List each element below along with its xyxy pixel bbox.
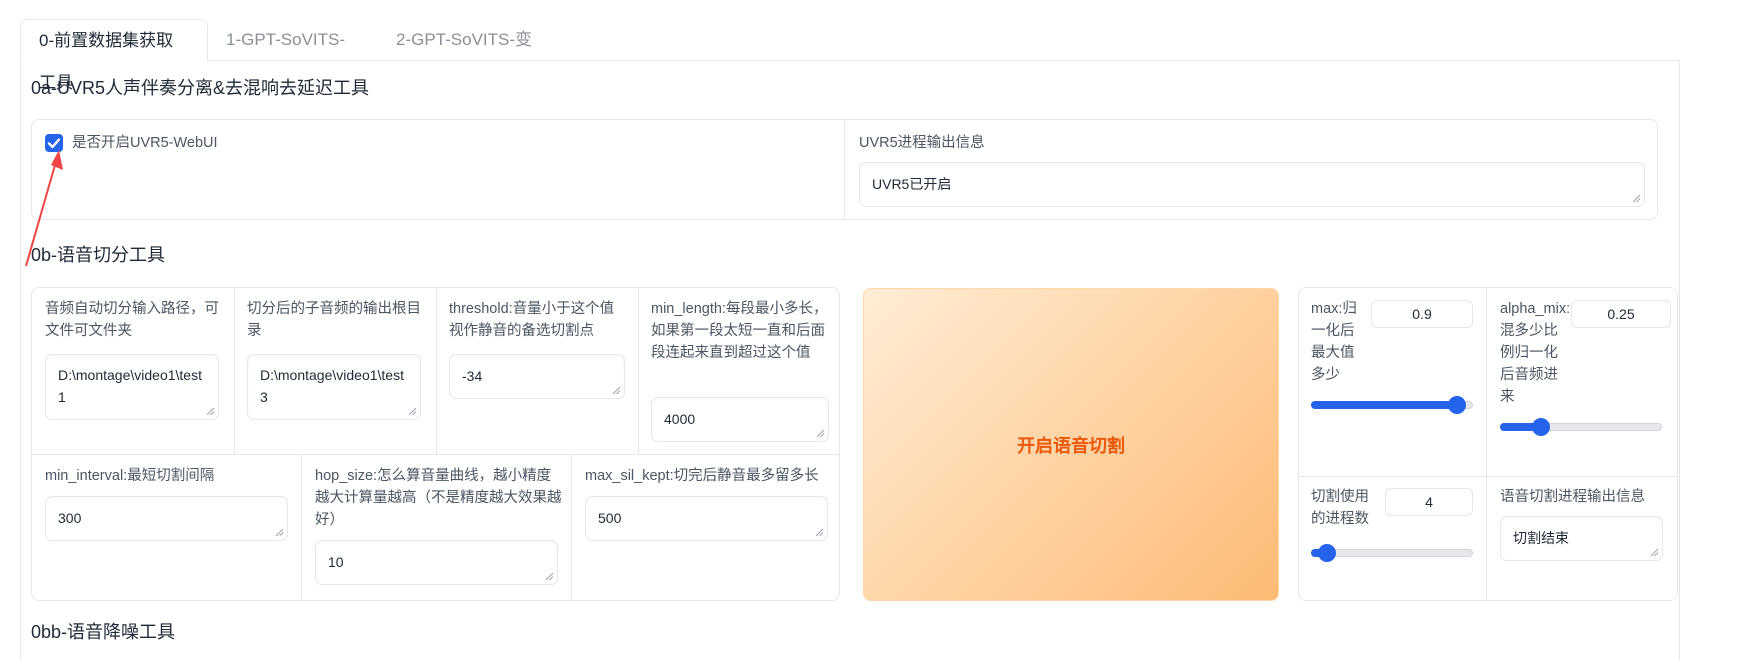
uvr5-box: 是否开启UVR5-WebUI UVR5进程输出信息 UVR5已开启 [31,119,1658,220]
output-root-label: 切分后的子音频的输出根目录 [247,301,421,339]
resize-handle-icon[interactable] [1650,548,1659,557]
max-number-input[interactable]: 0.9 [1371,300,1473,328]
slicer-params-box: 音频自动切分输入路径，可文件可文件夹 D:\montage\video1\tes… [31,287,840,601]
slicing-output-textbox[interactable]: 切割结束 [1500,516,1663,561]
resize-handle-icon[interactable] [1632,194,1641,203]
process-count-number-input[interactable]: 4 [1385,488,1473,516]
max-slider-thumb[interactable] [1447,396,1466,414]
process-count-label: 切割使用的进程数 [1311,489,1369,527]
tab-dataset-tools[interactable]: 0-前置数据集获取工具 [20,19,208,92]
slider-fill [1311,401,1457,409]
resize-handle-icon[interactable] [815,528,824,537]
divider [301,454,302,600]
alpha-mix-slider[interactable] [1500,418,1662,436]
alpha-mix-number-input[interactable]: 0.25 [1571,300,1671,328]
max-slider[interactable] [1311,396,1473,414]
hop-size-label: hop_size:怎么算音量曲线，越小精度越大计算量越高（不是精度越大效果越好） [315,468,562,528]
hop-size-textbox[interactable]: 10 [315,540,558,585]
max-sil-kept-value: 500 [598,510,622,526]
slicing-output-label: 语音切割进程输出信息 [1500,489,1645,505]
threshold-value: -34 [462,368,483,384]
start-slicing-button[interactable]: 开启语音切割 [863,288,1279,601]
alpha-mix-label: alpha_mix:混多少比例归一化后音频进来 [1500,301,1571,405]
max-sil-kept-textbox[interactable]: 500 [585,496,828,541]
input-path-label: 音频自动切分输入路径，可文件可文件夹 [45,301,219,339]
min-length-value: 4000 [664,411,696,427]
tab-voice-change[interactable]: 2-GPT-SoVITS-变声 [378,19,558,91]
resize-handle-icon[interactable] [275,528,284,537]
tab-bar: 0-前置数据集获取工具 1-GPT-SoVITS-TTS 2-GPT-SoVIT… [20,19,1680,92]
min-interval-label: min_interval:最短切割间隔 [45,468,215,484]
divider [436,288,437,454]
divider [234,288,235,454]
max-label: max:归一化后最大值多少 [1311,301,1357,383]
threshold-textbox[interactable]: -34 [449,354,625,399]
divider [1486,288,1487,600]
resize-handle-icon[interactable] [545,572,554,581]
input-path-textbox[interactable]: D:\montage\video1\test1 [45,354,219,420]
uvr5-output-label: UVR5进程输出信息 [859,135,985,151]
divider [638,288,639,454]
resize-handle-icon[interactable] [816,429,825,438]
hop-size-value: 10 [328,554,344,570]
resize-handle-icon[interactable] [408,407,417,416]
resize-handle-icon[interactable] [612,386,621,395]
min-length-textbox[interactable]: 4000 [651,397,829,442]
uvr5-checkbox-label: 是否开启UVR5-WebUI [72,135,218,151]
divider [571,454,572,600]
tab-tts[interactable]: 1-GPT-SoVITS-TTS [208,19,378,91]
resize-handle-icon[interactable] [206,407,215,416]
slicer-section-title: 0b-语音切分工具 [31,245,166,265]
uvr5-divider [844,120,845,219]
threshold-label: threshold:音量小于这个值视作静音的备选切割点 [449,301,615,339]
divider [32,454,839,455]
alpha-mix-slider-thumb[interactable] [1531,418,1550,436]
input-path-value: D:\montage\video1\test1 [58,367,202,405]
output-root-textbox[interactable]: D:\montage\video1\test3 [247,354,421,420]
min-interval-value: 300 [58,510,82,526]
denoise-section-title: 0bb-语音降噪工具 [31,622,176,642]
min-length-label: min_length:每段最小多长，如果第一段太短一直和后面段连起来直到超过这个… [651,301,828,361]
uvr5-output-value: UVR5已开启 [872,176,952,192]
min-interval-textbox[interactable]: 300 [45,496,288,541]
max-sil-kept-label: max_sil_kept:切完后静音最多留多长 [585,468,819,484]
divider [1299,476,1677,477]
process-count-slider[interactable] [1311,544,1473,562]
slicer-extra-params-box: max:归一化后最大值多少 0.9 alpha_mix:混多少比例归一化后音频进… [1298,287,1678,601]
slicing-output-value: 切割结束 [1513,530,1569,546]
process-count-slider-thumb[interactable] [1318,544,1337,562]
uvr5-section-title: 0a-UVR5人声伴奏分离&去混响去延迟工具 [31,78,370,98]
uvr5-output-textbox[interactable]: UVR5已开启 [859,162,1645,207]
output-root-value: D:\montage\video1\test3 [260,367,404,405]
